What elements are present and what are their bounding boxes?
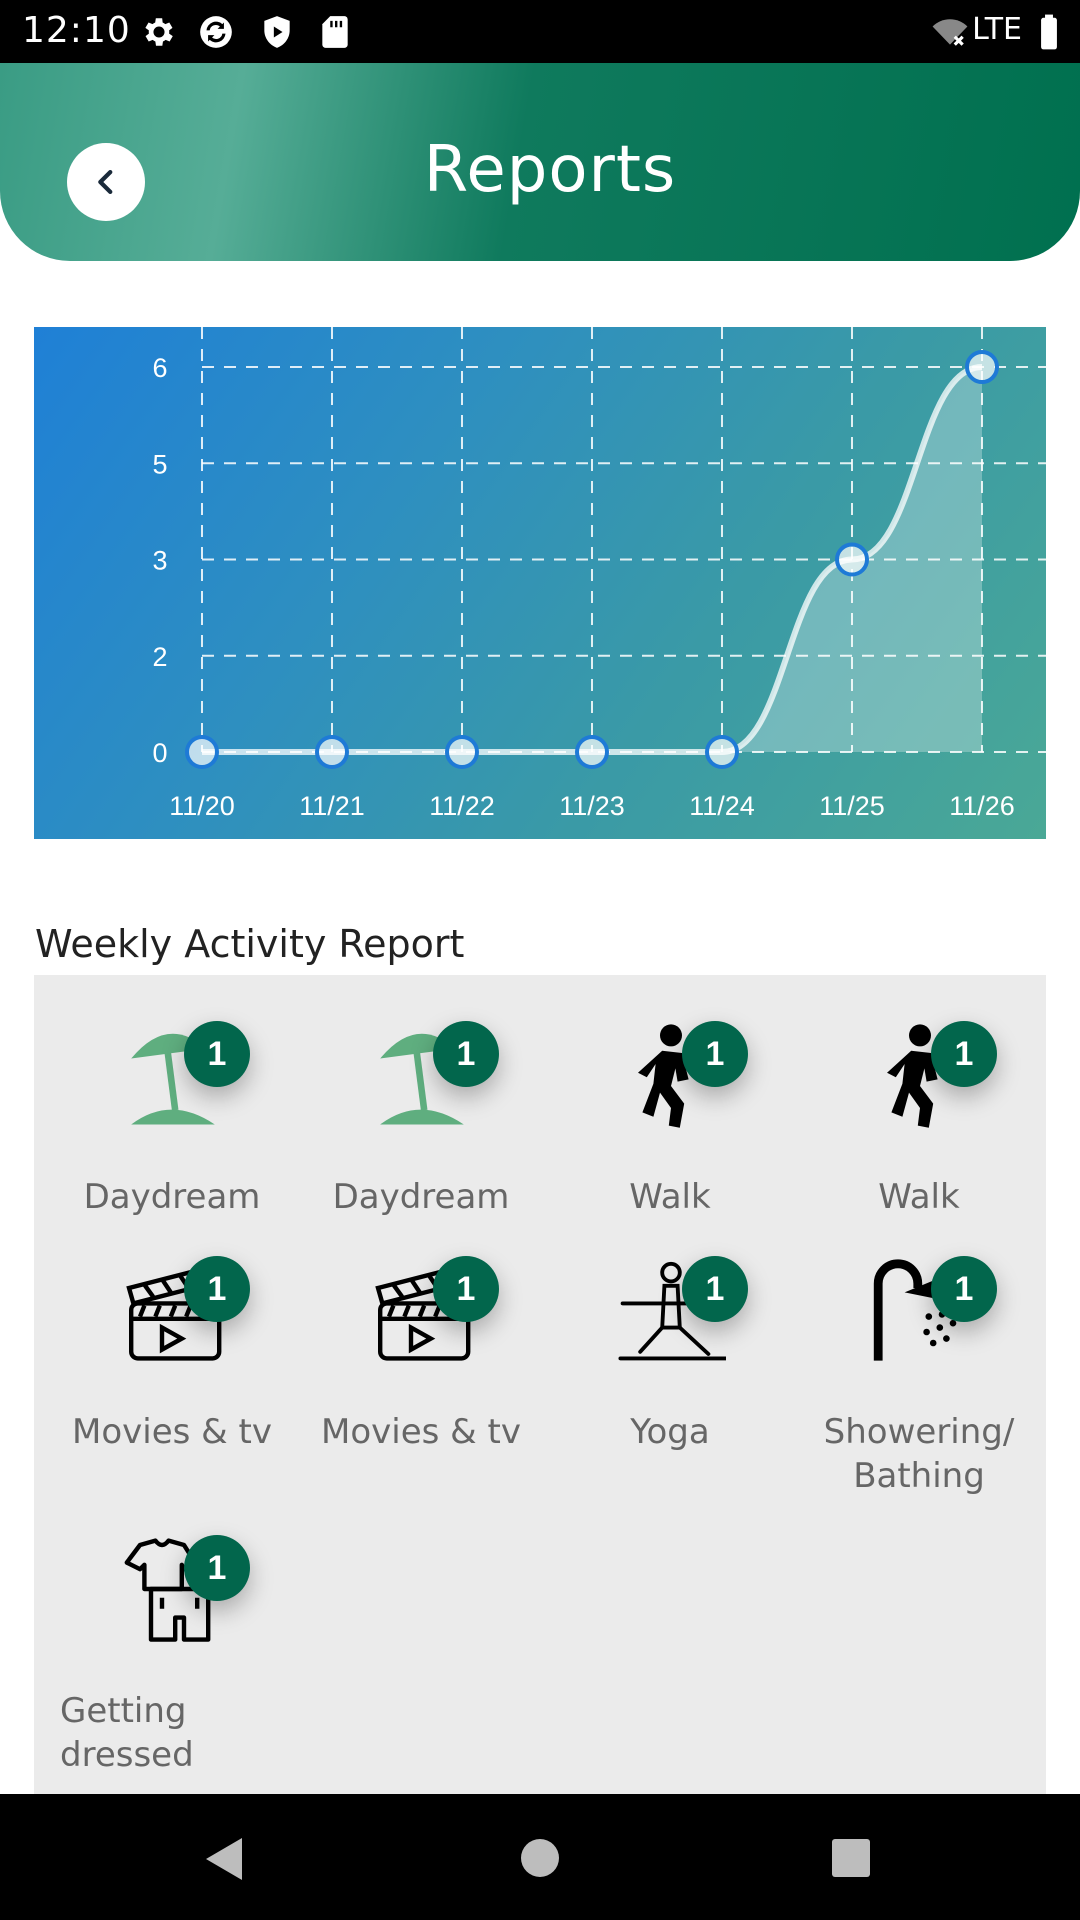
x-tick-label: 11/21 [299, 791, 365, 821]
back-triangle-icon[interactable] [202, 1836, 244, 1882]
shield-icon [264, 16, 290, 48]
count-badge: 1 [433, 1256, 499, 1322]
y-tick-label: 6 [152, 353, 167, 383]
sd-card-icon [322, 16, 348, 48]
x-tick-label: 11/25 [819, 791, 885, 821]
section-title: Weekly Activity Report [35, 922, 465, 966]
activity-item[interactable]: 1 Yoga [546, 1210, 794, 1452]
activity-label: Yoga [630, 1412, 710, 1452]
system-nav-bar [0, 1794, 1080, 1920]
data-point [315, 735, 349, 769]
count-badge: 1 [682, 1256, 748, 1322]
activity-label: Movies & tv [321, 1412, 521, 1452]
activity-item[interactable]: 1 Walk [795, 975, 1043, 1217]
count-badge: 1 [931, 1256, 997, 1322]
data-point [835, 542, 869, 577]
count-badge: 1 [184, 1021, 250, 1087]
activity-label: Getting dressed [60, 1691, 194, 1775]
activity-grid: 1 Daydream 1 Daydream 1 Walk 1 Walk 1 Mo… [34, 975, 1046, 1795]
data-point [965, 350, 999, 384]
x-tick-label: 11/23 [559, 791, 625, 821]
home-circle-icon[interactable] [520, 1838, 560, 1878]
recents-square-icon[interactable] [831, 1838, 871, 1878]
count-badge: 1 [682, 1021, 748, 1087]
activity-label: Showering/ Bathing [823, 1412, 1015, 1496]
network-type: LTE [972, 12, 1022, 47]
page-title: Reports [423, 133, 677, 207]
activity-item[interactable]: 1 Movies & tv [297, 1210, 545, 1452]
count-badge: 1 [184, 1256, 250, 1322]
activity-item[interactable]: 1 Walk [546, 975, 794, 1217]
status-time: 12:10 [22, 10, 131, 51]
data-point [575, 735, 609, 769]
x-tick-label: 11/26 [949, 791, 1015, 821]
count-badge: 1 [184, 1535, 250, 1601]
data-point [445, 735, 479, 769]
x-tick-label: 11/24 [689, 791, 755, 821]
gear-icon [145, 18, 173, 46]
activity-label: Movies & tv [72, 1412, 272, 1452]
activity-item[interactable]: 1 Daydream [48, 975, 296, 1217]
status-bar: 12:10 LTE [0, 0, 1080, 63]
y-tick-label: 3 [152, 546, 167, 576]
chart-svg: 6 5 3 2 0 11/20 11/21 11/22 11/23 11/24 11/25 11/2… [152, 327, 1046, 821]
activity-item[interactable]: 1 Movies & tv [48, 1210, 296, 1452]
y-tick-label: 5 [152, 449, 167, 479]
y-tick-label: 2 [152, 642, 167, 672]
y-tick-label: 0 [152, 738, 167, 768]
count-badge: 1 [433, 1021, 499, 1087]
sync-icon [200, 16, 232, 48]
data-point [185, 735, 219, 769]
activity-item[interactable]: 1 Daydream [297, 975, 545, 1217]
wifi-off-icon [932, 19, 968, 46]
x-tick-label: 11/22 [429, 791, 495, 821]
activity-item[interactable]: 1 Showering/ Bathing [795, 1210, 1043, 1496]
activity-chart: 6 5 3 2 0 11/20 11/21 11/22 11/23 11/24 11/25 11/2… [34, 327, 1046, 839]
battery-icon [1041, 14, 1057, 50]
header: Reports [0, 63, 1080, 261]
x-tick-label: 11/20 [169, 791, 235, 821]
activity-item[interactable]: 1 Getting dressed [48, 1489, 296, 1775]
data-point [705, 735, 739, 769]
count-badge: 1 [931, 1021, 997, 1087]
